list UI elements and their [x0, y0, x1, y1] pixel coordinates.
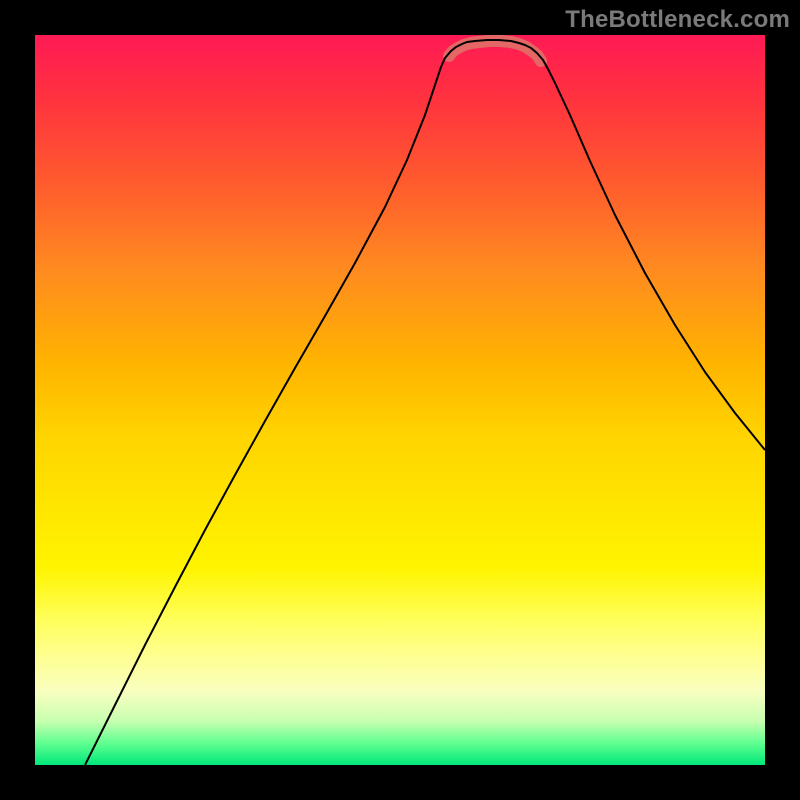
chart-frame: TheBottleneck.com [0, 0, 800, 800]
watermark-text: TheBottleneck.com [565, 6, 790, 34]
plot-gradient-background [35, 35, 765, 765]
